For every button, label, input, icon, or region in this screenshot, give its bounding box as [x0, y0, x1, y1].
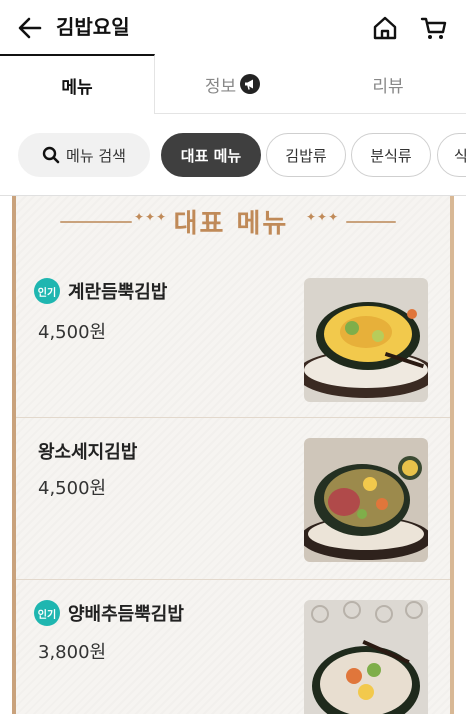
tab-info[interactable]: 정보 [155, 54, 310, 114]
arrow-left-icon[interactable] [16, 14, 44, 42]
home-icon[interactable] [371, 14, 399, 42]
menu-item-photo [304, 600, 428, 714]
menu-item-photo [304, 278, 428, 402]
tab-bar: 메뉴 정보 리뷰 [0, 54, 466, 114]
menu-item-price: 3,800원 [38, 642, 107, 663]
category-chips: 메뉴 검색 대표 메뉴 김밥류 분식류 식 [0, 114, 466, 196]
tab-review-label: 리뷰 [372, 76, 404, 97]
tab-info-label: 정보 [204, 76, 237, 97]
cart-icon[interactable] [420, 14, 448, 42]
menu-section: ✦✦✦ 대표 메뉴 ✦✦✦ 인기 계란듬뿍김밥 4,500원 왕소세지김밥 4,… [12, 196, 454, 714]
chip-meal[interactable]: 식 [437, 133, 466, 177]
page-title: 김밥요일 [56, 15, 130, 39]
menu-item[interactable]: 인기 양배추듬뿍김밥 3,800원 [16, 580, 450, 714]
divider-line [60, 221, 132, 223]
menu-item-price: 4,500원 [38, 322, 107, 343]
menu-item[interactable]: 인기 계란듬뿍김밥 4,500원 [16, 256, 450, 418]
divider-line [346, 221, 396, 223]
section-title: 대표 메뉴 [173, 209, 289, 239]
section-header: ✦✦✦ 대표 메뉴 ✦✦✦ [16, 196, 450, 254]
menu-item-name: 왕소세지김밥 [38, 442, 138, 463]
app-bar: 김밥요일 [0, 0, 466, 54]
chip-bunsik[interactable]: 분식류 [351, 133, 431, 177]
tab-menu-label: 메뉴 [61, 77, 93, 98]
menu-item[interactable]: 왕소세지김밥 4,500원 [16, 418, 450, 580]
menu-item-name: 계란듬뿍김밥 [68, 282, 168, 303]
decoration-icon: ✦✦✦ [134, 210, 168, 224]
menu-search-label: 메뉴 검색 [66, 146, 126, 165]
menu-search-button[interactable]: 메뉴 검색 [18, 133, 150, 177]
search-icon [42, 146, 60, 164]
megaphone-icon [240, 74, 261, 94]
tab-review[interactable]: 리뷰 [310, 54, 466, 114]
tab-menu[interactable]: 메뉴 [0, 54, 155, 114]
menu-item-name: 양배추듬뿍김밥 [68, 604, 184, 625]
popular-badge: 인기 [34, 278, 60, 304]
chip-gimbap[interactable]: 김밥류 [266, 133, 346, 177]
menu-item-photo [304, 438, 428, 562]
popular-badge: 인기 [34, 600, 60, 626]
chip-featured[interactable]: 대표 메뉴 [161, 133, 261, 177]
decoration-icon: ✦✦✦ [306, 210, 340, 224]
menu-item-price: 4,500원 [38, 478, 107, 499]
